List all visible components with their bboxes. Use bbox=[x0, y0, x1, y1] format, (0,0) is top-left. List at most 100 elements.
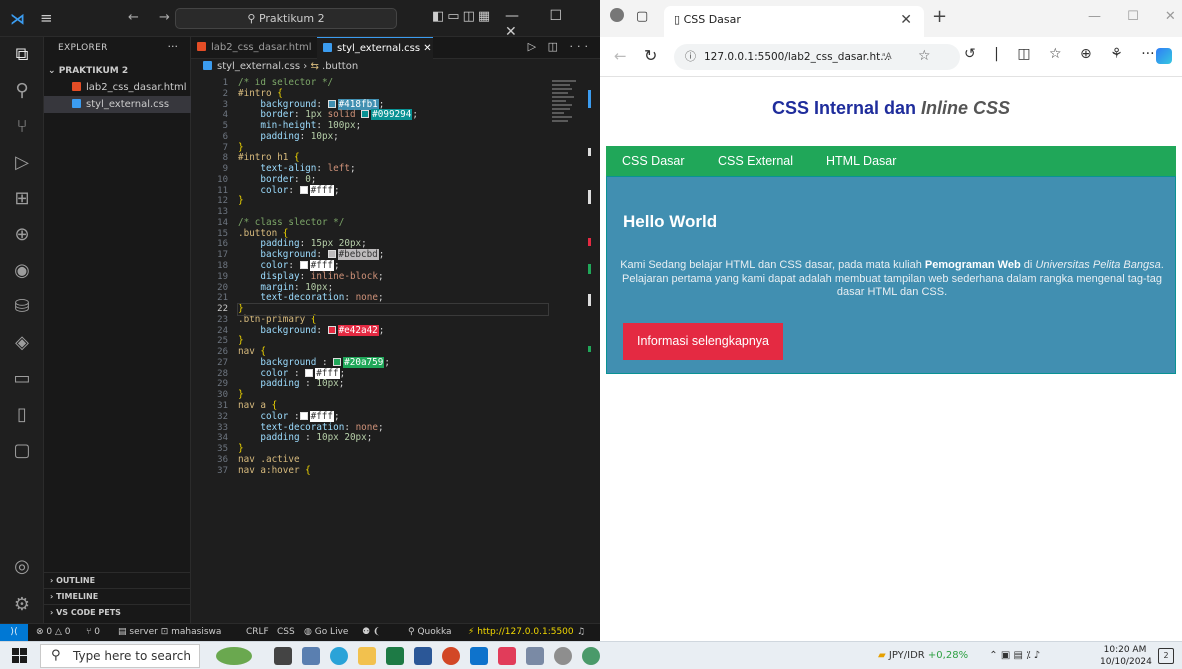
source-control-icon[interactable]: ⑂ bbox=[10, 115, 34, 139]
extensions-icon[interactable]: ⊞ bbox=[10, 187, 34, 211]
excel-icon[interactable] bbox=[386, 647, 404, 665]
chat-icon[interactable]: ▢ bbox=[10, 439, 34, 463]
go-live-button[interactable]: ◍ Go Live bbox=[304, 624, 348, 641]
powerpoint-icon[interactable] bbox=[442, 647, 460, 665]
quokka-icon[interactable]: ◉ bbox=[10, 259, 34, 283]
code-line[interactable]: } bbox=[238, 196, 578, 207]
code-editor[interactable]: 1 2 3 4 5 6 7 8 9 10 11 12 13 14 15 16 17 18 19 20 21 22 23 24 2… bbox=[191, 78, 600, 623]
code-line[interactable]: } bbox=[238, 335, 578, 347]
notification-center-icon[interactable]: 2 bbox=[1158, 648, 1174, 664]
color-swatch-icon[interactable] bbox=[305, 368, 314, 377]
browser-toolbar-icons[interactable]: ↺ | ◫ ☆ ⊕ ⚘ ··· bbox=[964, 46, 1155, 62]
section-vscode-pets[interactable]: › VS CODE PETS bbox=[44, 604, 191, 619]
color-swatch-icon[interactable] bbox=[327, 325, 336, 334]
tab-html[interactable]: lab2_css_dasar.html bbox=[191, 37, 315, 59]
search-icon[interactable]: ⚲ bbox=[10, 79, 34, 103]
explorer-icon[interactable]: ⧉ bbox=[10, 43, 34, 67]
code-line[interactable]: padding : 10px; bbox=[238, 379, 578, 390]
account-icon[interactable]: ◎ bbox=[10, 555, 34, 579]
browser-tab[interactable]: ▯ CSS Dasar ✕ bbox=[664, 6, 924, 37]
code-line[interactable]: nav a:hover { bbox=[238, 465, 578, 477]
office-app-icon[interactable] bbox=[498, 647, 516, 665]
new-tab-icon[interactable]: + bbox=[932, 6, 947, 27]
remote-indicator-icon[interactable]: ⟩⟨ bbox=[0, 624, 28, 641]
info-button[interactable]: Informasi selengkapnya bbox=[623, 323, 783, 360]
language-mode[interactable]: CSS bbox=[277, 624, 295, 641]
app-icon[interactable] bbox=[526, 647, 544, 665]
bookmark-icon[interactable]: ▯ bbox=[10, 403, 34, 427]
window-controls[interactable]: — ☐ ✕ bbox=[505, 8, 600, 40]
file-item-css[interactable]: styl_external.css bbox=[44, 96, 191, 113]
code-line[interactable]: padding : 10px 20px; bbox=[238, 432, 578, 444]
address-bar[interactable]: ⓘ 127.0.0.1:5500/lab2_css_dasar.ht... ᵃA… bbox=[674, 44, 960, 70]
code-line[interactable]: background: #e42a42; bbox=[238, 324, 578, 337]
app-icon-2[interactable] bbox=[554, 647, 572, 665]
word-icon[interactable] bbox=[414, 647, 432, 665]
command-center-search[interactable]: ⚲ Praktikum 2 bbox=[175, 8, 397, 29]
remote-icon[interactable]: ⊕ bbox=[10, 223, 34, 247]
copilot-icon[interactable] bbox=[1156, 48, 1172, 64]
edge-taskbar-icon[interactable] bbox=[330, 647, 348, 665]
close-tab-icon[interactable]: ✕ bbox=[423, 43, 431, 54]
code-line[interactable]: color: #fff; bbox=[238, 184, 578, 197]
refresh-icon[interactable]: ↻ bbox=[644, 46, 657, 65]
task-view-icon[interactable] bbox=[274, 647, 292, 665]
problems-count[interactable]: ⊗ 0 △ 0 bbox=[36, 624, 71, 641]
section-outline[interactable]: › OUTLINE bbox=[44, 572, 191, 587]
windows-start-icon[interactable] bbox=[12, 648, 27, 663]
quokka-status[interactable]: ⚲ Quokka bbox=[408, 624, 452, 641]
settings-gear-icon[interactable]: ⚙ bbox=[10, 593, 34, 617]
tray-icons[interactable]: ⌃ ▣ ▤ ⁒ ♪ bbox=[989, 650, 1040, 661]
minimap[interactable] bbox=[540, 78, 591, 623]
color-swatch-icon[interactable] bbox=[327, 99, 336, 108]
section-timeline[interactable]: › TIMELINE bbox=[44, 588, 191, 603]
nav-link-html-dasar[interactable]: HTML Dasar bbox=[826, 146, 896, 176]
nav-arrows-icon[interactable]: ← → bbox=[128, 10, 178, 25]
more-actions-icon[interactable]: ··· bbox=[168, 40, 179, 53]
color-swatch-icon[interactable] bbox=[299, 411, 308, 420]
breadcrumb-symbol[interactable]: .button bbox=[322, 61, 358, 72]
camera-app-icon[interactable] bbox=[302, 647, 320, 665]
code-line[interactable]: /* id selector */ bbox=[238, 78, 578, 89]
clock[interactable]: 10:20 AM 10/10/2024 bbox=[1100, 644, 1152, 668]
workspace-folder[interactable]: ⌄ PRAKTIKUM 2 bbox=[48, 66, 128, 76]
layout-controls-icon[interactable]: ◧▭◫▦ bbox=[432, 9, 493, 24]
profile-avatar[interactable] bbox=[610, 8, 624, 22]
color-swatch-icon[interactable] bbox=[327, 250, 336, 259]
nav-link-css-external[interactable]: CSS External bbox=[718, 146, 793, 176]
code-line[interactable]: padding: 10px; bbox=[238, 131, 578, 143]
run-split-icons[interactable]: ▷ ◫ ··· bbox=[528, 40, 592, 53]
back-arrow-icon[interactable]: ← bbox=[614, 47, 627, 65]
file-explorer-icon[interactable] bbox=[358, 647, 376, 665]
code-line[interactable]: text-decoration: none; bbox=[238, 292, 578, 304]
color-swatch-icon[interactable] bbox=[299, 261, 308, 270]
copilot-icon[interactable]: ⚉ ❨ bbox=[362, 624, 380, 641]
ticker-label[interactable]: JPY/IDR bbox=[889, 650, 925, 661]
site-info-icon[interactable]: ⓘ bbox=[685, 44, 696, 70]
ports-count[interactable]: ⑂ 0 bbox=[86, 624, 100, 641]
layers-icon[interactable]: ◈ bbox=[10, 331, 34, 355]
live-server-url[interactable]: ⚡ http://127.0.0.1:5500 bbox=[468, 624, 574, 641]
chrome-icon[interactable] bbox=[582, 647, 600, 665]
pages-icon[interactable]: ▭ bbox=[10, 367, 34, 391]
nav-link-css-dasar[interactable]: CSS Dasar bbox=[622, 146, 685, 176]
color-swatch-icon[interactable] bbox=[333, 357, 342, 366]
tab-css[interactable]: styl_external.css ✕ bbox=[317, 37, 433, 59]
color-swatch-icon[interactable] bbox=[361, 110, 370, 119]
close-tab-icon[interactable]: ✕ bbox=[900, 6, 912, 34]
tab-actions-icon[interactable]: ▢ bbox=[636, 9, 648, 24]
database-icon[interactable]: ⛁ bbox=[10, 295, 34, 319]
taskbar-search[interactable]: ⚲ Type here to search bbox=[40, 644, 200, 668]
widgets-icon[interactable] bbox=[216, 647, 252, 665]
eol-indicator[interactable]: CRLF bbox=[246, 624, 269, 641]
vscode-taskbar-icon[interactable] bbox=[470, 647, 488, 665]
code-line[interactable]: /* class slector */ bbox=[238, 217, 578, 229]
code-line[interactable]: } bbox=[238, 389, 578, 401]
window-controls[interactable]: — ☐ ✕ bbox=[1088, 9, 1176, 24]
menu-icon[interactable]: ≡ bbox=[40, 9, 53, 27]
color-swatch-icon[interactable] bbox=[299, 185, 308, 194]
run-debug-icon[interactable]: ▷ bbox=[10, 151, 34, 175]
notifications-bell-icon[interactable]: ♫ bbox=[577, 624, 585, 641]
breadcrumb-file[interactable]: styl_external.css bbox=[217, 61, 300, 72]
read-aloud-icon[interactable]: ᵃA bbox=[882, 44, 892, 70]
